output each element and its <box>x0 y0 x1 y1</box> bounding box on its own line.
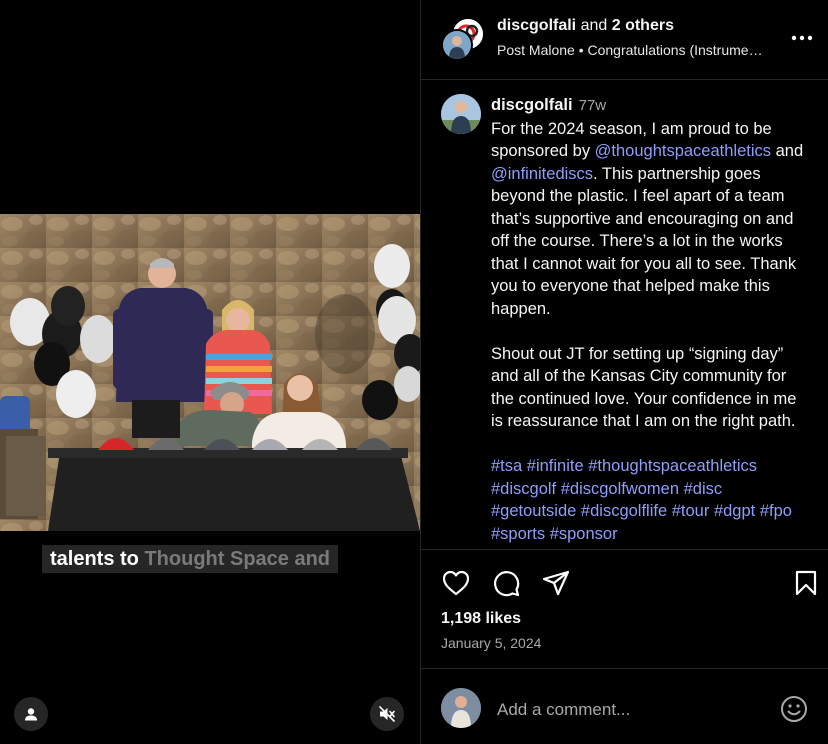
more-options-button[interactable] <box>790 26 814 50</box>
hashtag-link[interactable]: #infinite <box>527 457 584 475</box>
action-bar <box>421 560 828 606</box>
likes-count[interactable]: 1,198 likes <box>441 610 521 628</box>
save-button[interactable] <box>791 568 821 598</box>
caption-scroll-area[interactable]: discgolfali 77w For the 2024 season, I am… <box>421 80 828 549</box>
header-and-text: and <box>580 17 608 34</box>
post-date[interactable]: January 5, 2024 <box>441 635 541 651</box>
caption-paragraph-2: Shout out JT for setting up “signing day… <box>491 344 797 431</box>
header-title: discgolfali and 2 others <box>497 17 674 35</box>
like-button[interactable] <box>441 568 471 598</box>
emoji-button[interactable] <box>779 694 809 724</box>
mention-link[interactable]: @thoughtspaceathletics <box>595 142 771 160</box>
header-others-link[interactable]: 2 others <box>612 17 674 34</box>
header-username[interactable]: discgolfali <box>497 17 576 34</box>
hashtag-link[interactable]: #fpo <box>760 502 792 520</box>
caption-text: and <box>771 142 804 160</box>
video-frame[interactable] <box>0 214 420 531</box>
heart-icon <box>442 570 470 596</box>
send-paper-plane-icon <box>542 570 570 596</box>
hashtag-link[interactable]: #disc <box>684 480 723 498</box>
caption-dim-text: Thought Space and <box>144 548 331 570</box>
bookmark-icon <box>795 570 817 596</box>
user-tags-icon <box>25 708 37 721</box>
comment-bubble-icon <box>494 571 520 597</box>
hashtag-link[interactable]: #sponsor <box>550 525 618 543</box>
post-header: discgolfali and 2 others Post Malone • C… <box>421 0 828 80</box>
video-still-image <box>0 214 420 531</box>
hashtag-link[interactable]: #dgpt <box>714 502 755 520</box>
caption-text: . This partnership goes beyond the plast… <box>491 164 797 318</box>
video-caption: talents to Thought Space and <box>42 545 339 573</box>
hashtag-link[interactable]: #thoughtspaceathletics <box>588 457 757 475</box>
caption-username[interactable]: discgolfali <box>491 96 573 114</box>
post-details-panel: discgolfali and 2 others Post Malone • C… <box>420 0 828 744</box>
hashtag-link[interactable]: #sports <box>491 525 545 543</box>
collab-avatars[interactable] <box>441 17 487 63</box>
hashtag-link[interactable]: #getoutside <box>491 502 576 520</box>
comment-input[interactable] <box>497 698 767 722</box>
video-player[interactable]: talents to Thought Space and <box>0 0 420 744</box>
mute-toggle-button[interactable] <box>370 697 404 731</box>
post-caption: discgolfali 77w For the 2024 season, I am… <box>491 94 809 545</box>
collab-avatar-photo <box>441 29 473 61</box>
comment-button[interactable] <box>491 568 521 598</box>
hashtag-link[interactable]: #discgolf <box>491 480 556 498</box>
divider <box>421 549 828 550</box>
emoji-smiley-icon <box>781 696 807 722</box>
user-tags-button[interactable] <box>14 697 48 731</box>
hashtag-link[interactable]: #discgolfwomen <box>561 480 679 498</box>
divider <box>421 668 828 669</box>
signing-table <box>48 448 420 531</box>
add-comment-bar <box>421 680 828 740</box>
mention-link[interactable]: @infinitediscs <box>491 165 593 183</box>
share-button[interactable] <box>541 568 571 598</box>
caption-bright-text: talents to <box>50 548 139 570</box>
caption-time[interactable]: 77w <box>579 97 607 114</box>
hashtag-link[interactable]: #discgolflife <box>581 502 667 520</box>
author-avatar[interactable] <box>441 94 481 134</box>
hashtag-link[interactable]: #tour <box>672 502 710 520</box>
viewer-avatar <box>441 688 481 728</box>
more-options-icon <box>791 35 813 41</box>
caption-paragraph-1: For the 2024 season, I am proud to be sp… <box>491 118 809 321</box>
audio-track-link[interactable]: Post Malone • Congratulations (Instrume… <box>497 42 787 58</box>
hashtag-link[interactable]: #tsa <box>491 457 522 475</box>
hashtag-list: #tsa #infinite #thoughtspaceathletics #d… <box>491 455 809 545</box>
muted-speaker-icon <box>379 706 395 722</box>
